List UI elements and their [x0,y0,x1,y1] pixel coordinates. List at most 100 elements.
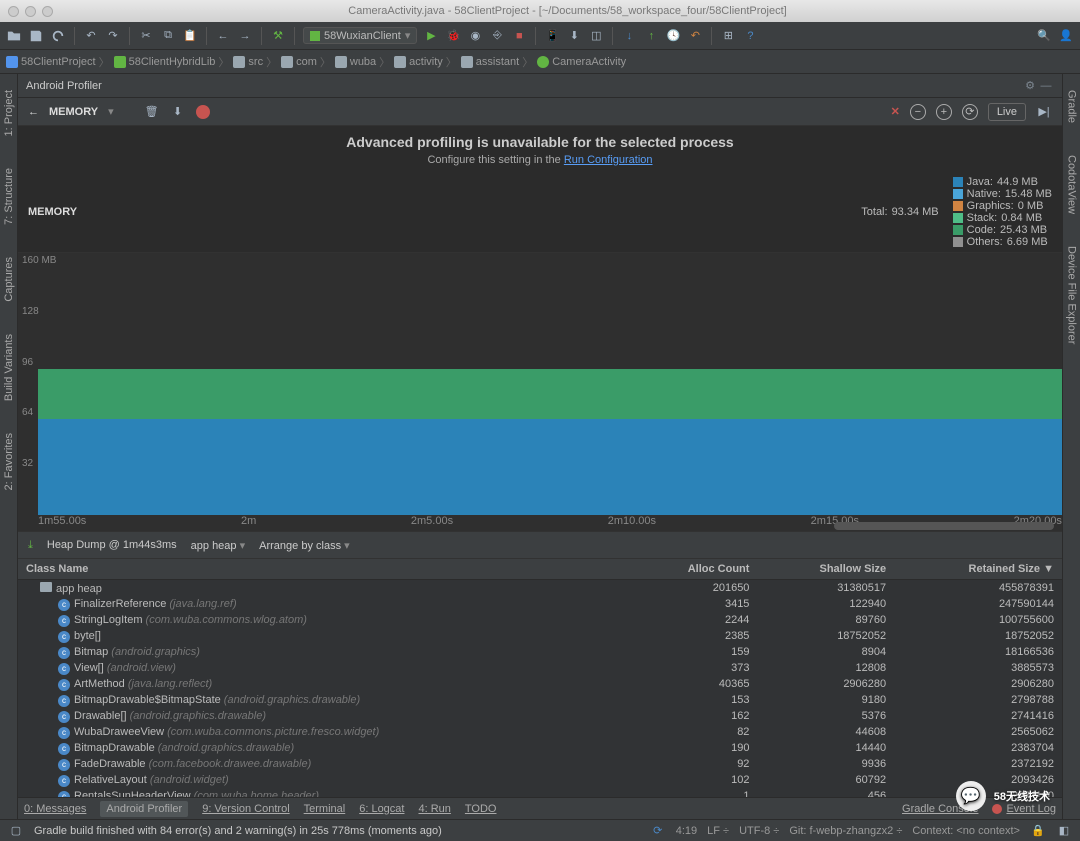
cut-icon[interactable]: ✂ [138,28,154,44]
breadcrumb-item[interactable]: com〉 [281,54,331,70]
table-row[interactable]: cDrawable[] (android.graphics.drawable)1… [18,708,1062,724]
table-row[interactable]: cbyte[] 23851875205218752052 [18,628,1062,644]
bottom-tab[interactable]: Event Log [992,803,1056,815]
heap-table[interactable]: Class NameAlloc CountShallow SizeRetaine… [18,559,1062,797]
breadcrumb-item[interactable]: CameraActivity [537,56,626,68]
tool-tab[interactable]: 7: Structure [1,162,17,231]
forward-icon[interactable]: → [237,28,253,44]
table-row[interactable]: cBitmapDrawable$BitmapState (android.gra… [18,692,1062,708]
breadcrumb-item[interactable]: wuba〉 [335,54,390,70]
table-row[interactable]: cArtMethod (java.lang.reflect)4036529062… [18,676,1062,692]
bottom-tab[interactable]: Terminal [304,803,346,815]
heap-filter[interactable]: app heap ▾ [191,539,245,552]
bottom-tab[interactable]: Android Profiler [100,801,188,817]
sdk-icon[interactable]: ⬇ [566,28,582,44]
save-icon[interactable] [28,28,44,44]
git-branch[interactable]: Git: f-webp-zhangzx2 ÷ [789,825,902,837]
bottom-tab[interactable]: 6: Logcat [359,803,404,815]
column-header[interactable]: Shallow Size [757,559,894,580]
search-everywhere-icon[interactable]: 🔍 [1036,28,1052,44]
back-arrow-icon[interactable]: ← [28,106,39,118]
zoom-out-icon[interactable]: − [910,104,926,120]
run-config-link[interactable]: Run Configuration [564,154,653,166]
gear-icon[interactable]: ⚙ [1022,78,1038,94]
breadcrumb-item[interactable]: src〉 [233,54,277,70]
redo-icon[interactable]: ↷ [105,28,121,44]
bottom-tab[interactable]: 4: Run [418,803,450,815]
paste-icon[interactable]: 📋 [182,28,198,44]
zoom-fit-icon[interactable]: ⟳ [962,104,978,120]
trash-icon[interactable]: 🗑 [144,104,160,120]
build-icon[interactable]: ⚒ [270,28,286,44]
export-icon[interactable]: ⤓ [28,539,33,552]
tool-tab[interactable]: CodotaView [1064,149,1080,220]
column-header[interactable]: Retained Size ▼ [894,559,1062,580]
undo-icon[interactable]: ↶ [83,28,99,44]
open-icon[interactable] [6,28,22,44]
user-icon[interactable]: 👤 [1058,28,1074,44]
table-row[interactable]: cRentalsSunHeaderView (com.wuba.home.hea… [18,788,1062,797]
table-row[interactable]: cView[] (android.view)373128083885573 [18,660,1062,676]
breadcrumb-item[interactable]: activity〉 [394,54,457,70]
tool-tab[interactable]: Build Variants [1,328,17,407]
context[interactable]: Context: <no context> [912,825,1020,837]
record-icon[interactable] [196,105,210,119]
go-end-icon[interactable]: ▶| [1036,104,1052,120]
zoom-in-icon[interactable]: + [936,104,952,120]
attach-icon[interactable]: ⎆ [489,28,505,44]
column-header[interactable]: Alloc Count [629,559,758,580]
profile-icon[interactable]: ◉ [467,28,483,44]
vcs-update-icon[interactable]: ↓ [621,28,637,44]
table-row[interactable]: cBitmap (android.graphics)15989041816653… [18,644,1062,660]
back-icon[interactable]: ← [215,28,231,44]
column-header[interactable]: Class Name [18,559,629,580]
table-row[interactable]: cStringLogItem (com.wuba.commons.wlog.at… [18,612,1062,628]
tool-tab[interactable]: 1: Project [1,84,17,142]
close-icon[interactable]: ✕ [891,105,900,118]
caret-position[interactable]: 4:19 [676,825,697,837]
sync-icon[interactable] [50,28,66,44]
tool-tab[interactable]: 2: Favorites [1,427,17,496]
chart-scrollbar[interactable] [834,522,1054,530]
stop-icon[interactable]: ■ [511,28,527,44]
layout-icon[interactable]: ◫ [588,28,604,44]
avd-icon[interactable]: 📱 [544,28,560,44]
bottom-tab[interactable]: 9: Version Control [202,803,289,815]
breadcrumb-item[interactable]: 58ClientProject〉 [6,54,110,70]
lock-icon[interactable]: 🔒 [1030,823,1046,839]
live-button[interactable]: Live [988,103,1026,121]
encoding[interactable]: UTF-8 ÷ [739,825,779,837]
window-controls[interactable] [8,6,53,17]
breadcrumb-item[interactable]: 58ClientHybridLib〉 [114,54,230,70]
bottom-tab[interactable]: 0: Messages [24,803,86,815]
help-icon[interactable]: ? [742,28,758,44]
table-row[interactable]: app heap20165031380517455878391 [18,580,1062,597]
structure-icon[interactable]: ⊞ [720,28,736,44]
vcs-history-icon[interactable]: 🕓 [665,28,681,44]
status-toggle-icon[interactable]: ▢ [8,823,24,839]
tool-tab[interactable]: Captures [1,251,17,308]
minimize-icon[interactable]: — [1038,78,1054,94]
run-icon[interactable]: ▶ [423,28,439,44]
memory-dropdown-icon[interactable]: ▾ [108,105,114,118]
table-row[interactable]: cFadeDrawable (com.facebook.drawee.drawa… [18,756,1062,772]
vcs-commit-icon[interactable]: ↑ [643,28,659,44]
reload-icon[interactable]: ⟳ [650,823,666,839]
dump-icon[interactable]: ⬇ [170,104,186,120]
debug-icon[interactable]: 🐞 [445,28,461,44]
breadcrumb-item[interactable]: assistant〉 [461,54,533,70]
arrange-by[interactable]: Arrange by class ▾ [259,539,350,552]
table-row[interactable]: cFinalizerReference (java.lang.ref)34151… [18,596,1062,612]
table-row[interactable]: cBitmapDrawable (android.graphics.drawab… [18,740,1062,756]
copy-icon[interactable]: ⧉ [160,28,176,44]
vcs-revert-icon[interactable]: ↶ [687,28,703,44]
table-row[interactable]: cWubaDraweeView (com.wuba.commons.pictur… [18,724,1062,740]
tool-tab[interactable]: Gradle [1064,84,1080,129]
run-config-selector[interactable]: 58WuxianClient ▾ [303,27,417,44]
line-sep[interactable]: LF ÷ [707,825,729,837]
table-row[interactable]: cRelativeLayout (android.widget)10260792… [18,772,1062,788]
tool-tab[interactable]: Device File Explorer [1064,240,1080,350]
bottom-tab[interactable]: TODO [465,803,497,815]
bottom-tab[interactable]: Gradle Console [902,803,978,815]
inspector-icon[interactable]: ◧ [1056,823,1072,839]
